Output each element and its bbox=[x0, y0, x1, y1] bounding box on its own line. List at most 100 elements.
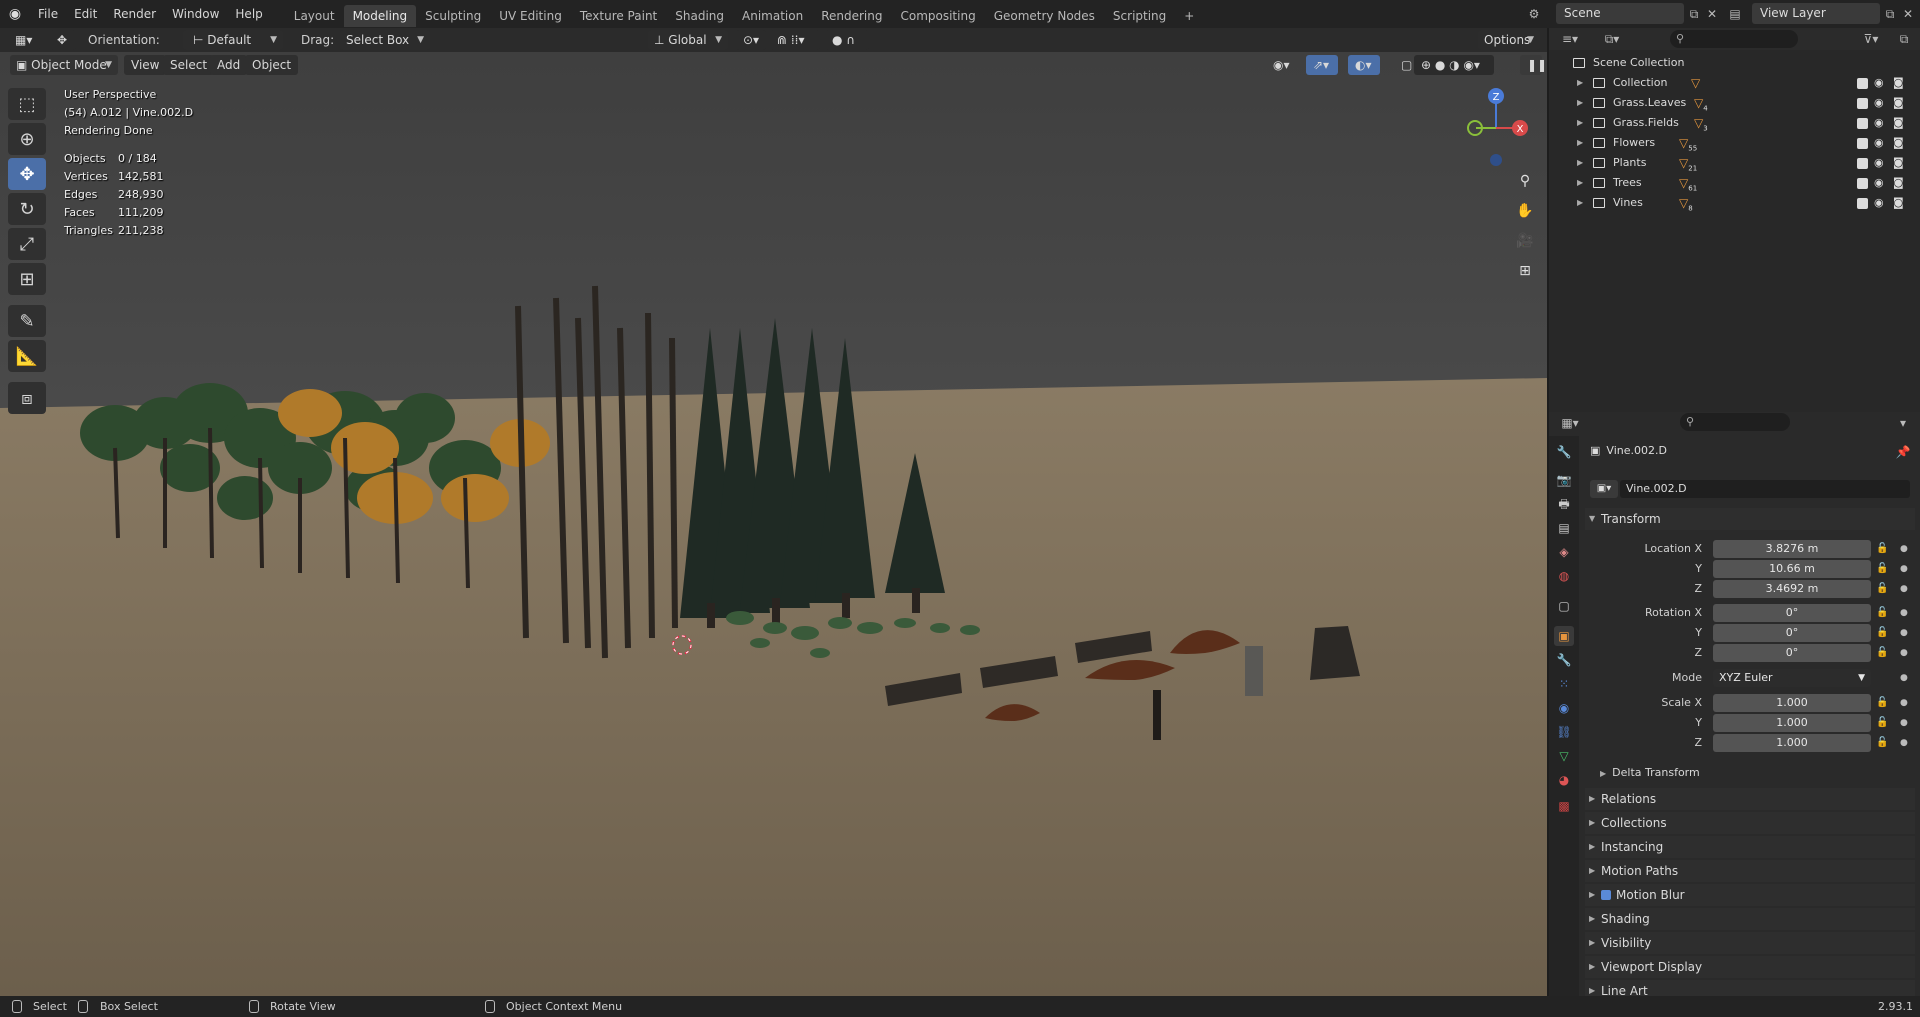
new-view-layer-icon[interactable]: ⧉ bbox=[1880, 4, 1900, 24]
outliner-scene-collection[interactable]: Scene Collection bbox=[1549, 53, 1920, 73]
object-browse-icon[interactable]: ▣▾ bbox=[1590, 480, 1618, 498]
add-menu[interactable]: Add bbox=[210, 55, 248, 75]
keyframe-dot-icon[interactable]: ● bbox=[1900, 734, 1908, 752]
add-cube-tool-icon[interactable]: ⧈ bbox=[8, 382, 46, 414]
outliner-collection-row[interactable]: ▶ Vines ▽8 ◉ ◙ bbox=[1549, 193, 1920, 213]
render-tab-icon[interactable]: 📷 bbox=[1554, 470, 1574, 490]
exclude-checkbox[interactable] bbox=[1857, 118, 1868, 129]
particles-tab-icon[interactable]: ⁙ bbox=[1554, 674, 1574, 694]
lock-icon[interactable]: 🔓 bbox=[1876, 644, 1888, 662]
render-camera-icon[interactable]: ◙ bbox=[1893, 93, 1904, 113]
scale-tool-icon[interactable]: ⤢ bbox=[8, 228, 46, 260]
navigation-gizmo[interactable]: Z X bbox=[1460, 84, 1540, 174]
location-x-field[interactable]: 3.8276 m bbox=[1713, 540, 1871, 558]
tab-geometry-nodes[interactable]: Geometry Nodes bbox=[985, 5, 1104, 27]
exclude-checkbox[interactable] bbox=[1857, 178, 1868, 189]
transform-orientation-dropdown[interactable]: ⊥ Global ▼ bbox=[648, 30, 728, 50]
visibility-eye-icon[interactable]: ◉ bbox=[1874, 73, 1884, 93]
render-camera-icon[interactable]: ◙ bbox=[1893, 173, 1904, 193]
outliner-collection-row[interactable]: ▶ Grass.Fields ▽3 ◉ ◙ bbox=[1549, 113, 1920, 133]
keyframe-dot-icon[interactable]: ● bbox=[1900, 560, 1908, 578]
exclude-checkbox[interactable] bbox=[1857, 138, 1868, 149]
select-menu[interactable]: Select bbox=[163, 55, 215, 75]
gizmo-toggle-icon[interactable]: ⇗▾ bbox=[1306, 55, 1338, 75]
object-menu[interactable]: Object bbox=[245, 55, 299, 75]
world-tab-icon[interactable]: ◍ bbox=[1554, 566, 1574, 586]
output-tab-icon[interactable]: 🖶 bbox=[1554, 494, 1574, 514]
physics-tab-icon[interactable]: ◉ bbox=[1554, 698, 1574, 718]
motion-blur-checkbox[interactable] bbox=[1601, 890, 1611, 900]
render-camera-icon[interactable]: ◙ bbox=[1893, 133, 1904, 153]
panel-header-visibility[interactable]: ▶ Visibility bbox=[1585, 932, 1915, 954]
expand-arrow-icon[interactable]: ▶ bbox=[1577, 73, 1583, 93]
orientation-dropdown[interactable]: ⊢ Default ▼ bbox=[183, 30, 283, 50]
lock-icon[interactable]: 🔓 bbox=[1876, 560, 1888, 578]
keyframe-dot-icon[interactable]: ● bbox=[1900, 694, 1908, 712]
display-mode-icon[interactable]: ⧉▾ bbox=[1598, 29, 1626, 49]
blender-logo-icon[interactable]: ◉ bbox=[0, 0, 30, 28]
panel-header-relations[interactable]: ▶ Relations bbox=[1585, 788, 1915, 810]
render-camera-icon[interactable]: ◙ bbox=[1893, 193, 1904, 213]
editor-type-icon[interactable]: ▦▾ bbox=[8, 30, 40, 50]
keyframe-dot-icon[interactable]: ● bbox=[1900, 644, 1908, 662]
texture-tab-icon[interactable]: ▩ bbox=[1554, 796, 1574, 816]
tab-uv-editing[interactable]: UV Editing bbox=[490, 5, 571, 27]
options-dropdown[interactable]: Options ▼ bbox=[1478, 30, 1540, 50]
tab-animation[interactable]: Animation bbox=[733, 5, 812, 27]
expand-arrow-icon[interactable]: ▶ bbox=[1577, 133, 1583, 153]
expand-arrow-icon[interactable]: ▶ bbox=[1577, 193, 1583, 213]
render-camera-icon[interactable]: ◙ bbox=[1893, 73, 1904, 93]
rotation-y-field[interactable]: 0° bbox=[1713, 624, 1871, 642]
scene-icon[interactable]: ⚙ bbox=[1524, 4, 1544, 24]
keyframe-dot-icon[interactable]: ● bbox=[1900, 714, 1908, 732]
exclude-checkbox[interactable] bbox=[1857, 198, 1868, 209]
outliner-collection-row[interactable]: ▶ Flowers ▽55 ◉ ◙ bbox=[1549, 133, 1920, 153]
mesh-icon[interactable]: ▽8 bbox=[1679, 193, 1693, 218]
panel-header-shading[interactable]: ▶ Shading bbox=[1585, 908, 1915, 930]
panel-header-motion-blur[interactable]: ▶ Motion Blur bbox=[1585, 884, 1915, 906]
rotation-x-field[interactable]: 0° bbox=[1713, 604, 1871, 622]
keyframe-dot-icon[interactable]: ● bbox=[1900, 669, 1908, 687]
tab-shading[interactable]: Shading bbox=[666, 5, 733, 27]
move-tool-icon[interactable]: ✥ bbox=[8, 158, 46, 190]
pan-hand-icon[interactable]: ✋ bbox=[1512, 198, 1538, 224]
panel-header-motion-paths[interactable]: ▶ Motion Paths bbox=[1585, 860, 1915, 882]
properties-search-input[interactable]: ⚲ bbox=[1680, 413, 1790, 431]
3d-viewport[interactable] bbox=[0, 28, 1547, 996]
shading-modes-icon[interactable]: ⊕ ● ◑ ◉▾ bbox=[1414, 55, 1494, 75]
location-y-field[interactable]: 10.66 m bbox=[1713, 560, 1871, 578]
visibility-eye-icon[interactable]: ◉ bbox=[1874, 193, 1884, 213]
material-tab-icon[interactable]: ◕ bbox=[1554, 770, 1574, 790]
annotate-tool-icon[interactable]: ✎ bbox=[8, 305, 46, 337]
object-tab-icon[interactable]: ▣ bbox=[1554, 626, 1574, 646]
keyframe-dot-icon[interactable]: ● bbox=[1900, 624, 1908, 642]
neg-z-axis-handle[interactable] bbox=[1490, 154, 1502, 166]
properties-options-icon[interactable]: ▾ bbox=[1893, 413, 1913, 433]
exclude-checkbox[interactable] bbox=[1857, 158, 1868, 169]
expand-arrow-icon[interactable]: ▶ bbox=[1577, 113, 1583, 133]
exclude-checkbox[interactable] bbox=[1857, 98, 1868, 109]
modifier-tab-icon[interactable]: 🔧 bbox=[1554, 650, 1574, 670]
expand-arrow-icon[interactable]: ▶ bbox=[1577, 173, 1583, 193]
new-collection-icon[interactable]: ⧉ bbox=[1894, 29, 1914, 49]
exclude-checkbox[interactable] bbox=[1857, 78, 1868, 89]
visibility-eye-icon[interactable]: ◉ bbox=[1874, 173, 1884, 193]
snap-icon[interactable]: ⋒ ⁞⁞▾ bbox=[770, 30, 820, 50]
pin-icon[interactable]: 📌 bbox=[1893, 442, 1913, 462]
render-camera-icon[interactable]: ◙ bbox=[1893, 153, 1904, 173]
visibility-eye-icon[interactable]: ◉ bbox=[1874, 113, 1884, 133]
outliner-collection-row[interactable]: ▶ Trees ▽61 ◉ ◙ bbox=[1549, 173, 1920, 193]
scene-selector[interactable]: Scene bbox=[1556, 3, 1684, 24]
scale-y-field[interactable]: 1.000 bbox=[1713, 714, 1871, 732]
new-scene-icon[interactable]: ⧉ bbox=[1684, 4, 1704, 24]
menu-help[interactable]: Help bbox=[227, 0, 270, 28]
outliner-collection-row[interactable]: ▶ Plants ▽21 ◉ ◙ bbox=[1549, 153, 1920, 173]
panel-header-collections[interactable]: ▶ Collections bbox=[1585, 812, 1915, 834]
render-camera-icon[interactable]: ◙ bbox=[1893, 113, 1904, 133]
constraints-tab-icon[interactable]: ⛓ bbox=[1554, 722, 1574, 742]
outliner-editor-type-icon[interactable]: ≡▾ bbox=[1556, 29, 1584, 49]
visibility-eye-icon[interactable]: ◉ bbox=[1874, 133, 1884, 153]
lock-icon[interactable]: 🔓 bbox=[1876, 714, 1888, 732]
add-workspace-button[interactable]: + bbox=[1175, 5, 1203, 27]
tab-sculpting[interactable]: Sculpting bbox=[416, 5, 490, 27]
